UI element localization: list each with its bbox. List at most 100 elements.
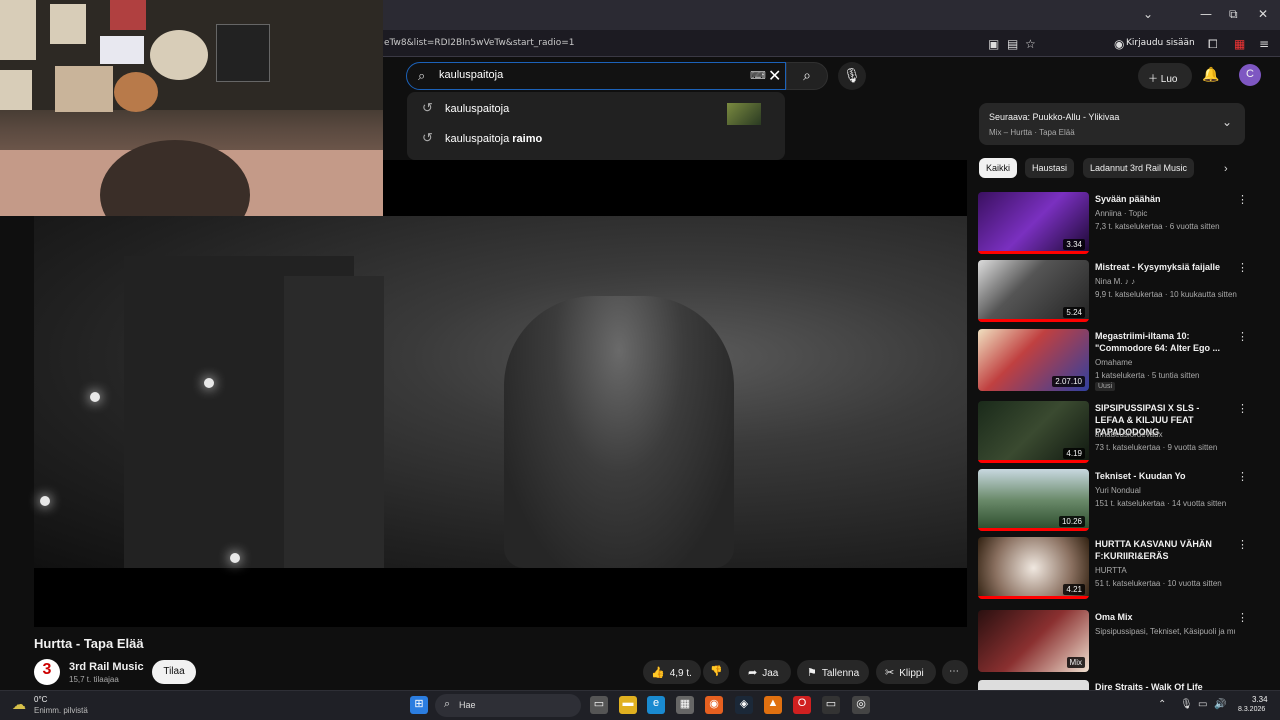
- microphone-icon[interactable]: 🎙: [1180, 699, 1193, 710]
- store-icon[interactable]: ▦: [676, 696, 694, 714]
- tray-expand-icon[interactable]: ⌃: [1158, 699, 1166, 710]
- addon-icon[interactable]: ▦: [1234, 37, 1245, 51]
- screenshot-icon[interactable]: ▣: [988, 37, 999, 51]
- edge-icon[interactable]: e: [647, 696, 665, 714]
- maximize-icon[interactable]: ⧉: [1229, 7, 1238, 22]
- extensions-icon[interactable]: ⧠: [1208, 37, 1218, 52]
- keyboard-icon[interactable]: ⌨: [750, 69, 766, 82]
- video-thumbnail[interactable]: 4.19: [978, 401, 1089, 463]
- more-vert-icon[interactable]: ⋮: [1237, 402, 1248, 415]
- voice-search-button[interactable]: 🎙: [838, 62, 866, 90]
- chip-kaikki[interactable]: Kaikki: [979, 158, 1018, 178]
- video-thumbnail[interactable]: 2.07.10: [978, 329, 1089, 391]
- channel-name[interactable]: Omahame: [1095, 358, 1132, 367]
- more-vert-icon[interactable]: ⋮: [1237, 611, 1248, 624]
- minimize-icon[interactable]: —: [1200, 7, 1212, 21]
- network-icon[interactable]: ▭: [1198, 699, 1207, 710]
- search-query[interactable]: kauluspaitoja: [439, 69, 503, 81]
- weather-cloud-icon[interactable]: ☁: [12, 696, 26, 713]
- save-button[interactable]: ⚑ Tallenna: [797, 660, 869, 684]
- file-explorer-icon[interactable]: ▬: [619, 696, 637, 714]
- recommendation-item[interactable]: Dire Straits - Walk Of Life: [978, 680, 1248, 690]
- channel-name[interactable]: HURTTA: [1095, 566, 1127, 575]
- dislike-button[interactable]: 👎: [703, 660, 729, 684]
- chip-uploader[interactable]: Ladannut 3rd Rail Music: [1083, 158, 1195, 178]
- taskbar-date[interactable]: 8.3.2026: [1238, 706, 1265, 713]
- steam-icon[interactable]: ◈: [735, 696, 753, 714]
- firefox-icon[interactable]: ◉: [705, 696, 723, 714]
- recommendation-item[interactable]: 2.07.10 Megastriimi-iltama 10: "Commodor…: [978, 329, 1248, 391]
- up-next-panel[interactable]: Seuraava: Puukko-Allu - Ylikivaa Mix – H…: [979, 103, 1245, 145]
- search-button[interactable]: ⌕: [786, 62, 828, 90]
- video-title[interactable]: Syvään päähän: [1095, 193, 1225, 205]
- channel-avatar[interactable]: 3: [34, 659, 60, 685]
- vlc-icon[interactable]: ▲: [764, 696, 782, 714]
- more-vert-icon[interactable]: ⋮: [1237, 193, 1248, 206]
- subscribe-button[interactable]: Tilaa: [152, 660, 196, 684]
- like-button[interactable]: 👍 4,9 t.: [643, 660, 701, 684]
- video-thumbnail[interactable]: [978, 680, 1089, 690]
- video-title[interactable]: Tekniset - Kuudan Yo: [1095, 470, 1225, 482]
- video-title[interactable]: Mistreat - Kysymyksiä faijalle: [1095, 261, 1225, 273]
- video-thumbnail[interactable]: 4.21: [978, 537, 1089, 599]
- more-vert-icon[interactable]: ⋮: [1237, 470, 1248, 483]
- opera-icon[interactable]: O: [793, 696, 811, 714]
- channel-name[interactable]: Nina M. ♪ ♪: [1095, 277, 1135, 286]
- task-view-icon[interactable]: ▭: [590, 696, 608, 714]
- share-button[interactable]: ➦ Jaa: [739, 660, 791, 684]
- channel-name[interactable]: amadeuslordevaux: [1095, 430, 1163, 439]
- video-title[interactable]: HURTTA KASVANU VÄHÄN F:KURIIRI&ERÄS: [1095, 538, 1225, 562]
- video-title[interactable]: Oma Mix: [1095, 611, 1225, 623]
- recommendation-item[interactable]: 4.19 SIPSIPUSSIPASI X SLS - LEFAA & KILJ…: [978, 401, 1248, 463]
- account-icon[interactable]: ◉: [1114, 37, 1124, 51]
- video-thumbnail[interactable]: Mix: [978, 610, 1089, 672]
- channel-name[interactable]: Anniina · Topic: [1095, 209, 1147, 218]
- video-thumbnail[interactable]: 10.26: [978, 469, 1089, 531]
- signin-label[interactable]: Kirjaudu sisään: [1126, 38, 1195, 48]
- close-icon[interactable]: ✕: [1258, 7, 1268, 21]
- chevron-down-icon[interactable]: ⌄: [1143, 7, 1153, 21]
- recommendation-item[interactable]: 3.34 Syvään päähän Anniina · Topic 7,3 t…: [978, 192, 1248, 254]
- suggestion-item[interactable]: ↺ kauluspaitoja: [407, 96, 785, 125]
- video-thumbnail[interactable]: 3.34: [978, 192, 1089, 254]
- bookmark-star-icon[interactable]: ☆: [1025, 37, 1036, 51]
- chip-haustasi[interactable]: Haustasi: [1025, 158, 1075, 178]
- channel-name[interactable]: Yuri Nondual: [1095, 486, 1141, 495]
- more-actions-button[interactable]: ⋯: [942, 660, 968, 684]
- start-windows-icon[interactable]: ⊞: [410, 696, 428, 714]
- search-input[interactable]: ⌕ kauluspaitoja ⌨ ✕: [406, 62, 786, 90]
- clip-button[interactable]: ✂ Klippi: [876, 660, 936, 684]
- channel-name[interactable]: 3rd Rail Music: [69, 661, 144, 673]
- terminal-icon[interactable]: ▭: [822, 696, 840, 714]
- duration-badge: 4.19: [1063, 448, 1085, 459]
- menu-icon[interactable]: ≡: [1259, 37, 1269, 51]
- url-text[interactable]: eTw8&list=RDI2Bln5wVeTw&start_radio=1: [384, 38, 575, 48]
- clear-search-icon[interactable]: ✕: [768, 66, 781, 86]
- video-title[interactable]: Dire Straits - Walk Of Life: [1095, 681, 1225, 690]
- chevron-down-icon[interactable]: ⌄: [1222, 115, 1232, 129]
- video-title[interactable]: Megastriimi-iltama 10: "Commodore 64: Al…: [1095, 330, 1225, 354]
- weather-temp[interactable]: 0°C: [34, 695, 47, 704]
- create-button[interactable]: ＋ Luo: [1138, 63, 1192, 89]
- weather-desc[interactable]: Enimm. pilvistä: [34, 706, 88, 715]
- more-vert-icon[interactable]: ⋮: [1237, 261, 1248, 274]
- pocket-icon[interactable]: ▤: [1007, 37, 1018, 51]
- notifications-bell-icon[interactable]: 🔔: [1202, 66, 1219, 83]
- suggestion-item[interactable]: ↺ kauluspaitoja raimo: [407, 126, 785, 154]
- recommendation-item[interactable]: 10.26 Tekniset - Kuudan Yo Yuri Nondual …: [978, 469, 1248, 531]
- more-vert-icon[interactable]: ⋮: [1237, 538, 1248, 551]
- chevron-right-icon[interactable]: ›: [1224, 163, 1228, 175]
- recommendation-item[interactable]: Mix Oma Mix Sipsipussipasi, Tekniset, Kä…: [978, 610, 1248, 672]
- wall-poster: [0, 0, 36, 60]
- taskbar-time[interactable]: 3.34: [1252, 695, 1268, 704]
- recommendation-item[interactable]: 5.24 Mistreat - Kysymyksiä faijalle Nina…: [978, 260, 1248, 322]
- taskbar-search[interactable]: ⌕ Hae: [435, 694, 581, 717]
- user-avatar[interactable]: C: [1239, 64, 1261, 86]
- app-icon[interactable]: ◎: [852, 696, 870, 714]
- more-vert-icon[interactable]: ⋮: [1237, 330, 1248, 343]
- video-thumbnail[interactable]: 5.24: [978, 260, 1089, 322]
- recommendation-item[interactable]: 4.21 HURTTA KASVANU VÄHÄN F:KURIIRI&ERÄS…: [978, 537, 1248, 599]
- suggestion-thumbnail[interactable]: [727, 103, 761, 125]
- volume-icon[interactable]: 🔊: [1214, 699, 1226, 710]
- video-player[interactable]: [34, 160, 967, 627]
